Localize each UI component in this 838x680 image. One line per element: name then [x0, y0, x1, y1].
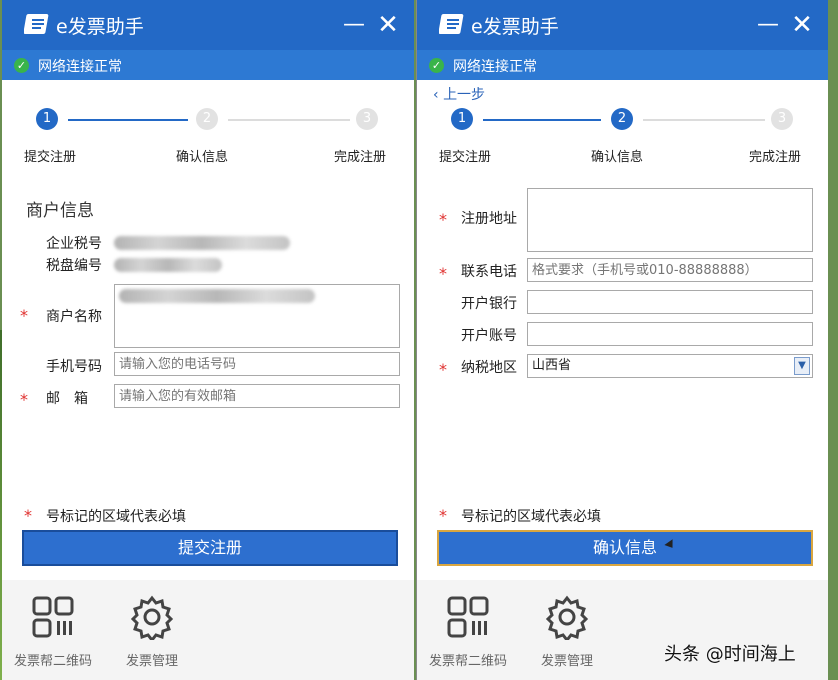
- account-label: 开户账号: [461, 328, 517, 344]
- step-label-confirm: 确认信息: [176, 150, 229, 165]
- check-icon: ✓: [14, 58, 29, 73]
- merchant-name-field[interactable]: [114, 284, 400, 348]
- qr-code-tool[interactable]: 发票帮二维码: [429, 594, 507, 669]
- check-icon: ✓: [429, 58, 444, 73]
- phone-input[interactable]: [114, 352, 400, 376]
- minimize-button[interactable]: —: [756, 12, 780, 37]
- address-field[interactable]: [527, 188, 813, 252]
- title-bar: e发票助手 — ✕: [417, 0, 828, 50]
- contact-phone-input[interactable]: [527, 258, 813, 282]
- required-marker: *: [24, 506, 32, 525]
- step-label-submit: 提交注册: [439, 150, 492, 165]
- gear-icon: [130, 595, 174, 643]
- step-label-complete: 完成注册: [749, 150, 802, 165]
- step-1-indicator: 1: [36, 108, 58, 130]
- progress-steps: 1 2 3 提交注册 确认信息 完成注册: [417, 106, 828, 166]
- required-marker: *: [439, 506, 447, 525]
- email-label: 邮 箱: [46, 391, 88, 407]
- bank-input[interactable]: [527, 290, 813, 314]
- invoice-manage-tool[interactable]: 发票管理: [126, 594, 178, 669]
- window-title: e发票助手: [56, 16, 144, 38]
- qr-code-tool[interactable]: 发票帮二维码: [14, 594, 92, 669]
- step-2-indicator: 2: [196, 108, 218, 130]
- app-logo-icon: [439, 14, 464, 34]
- network-status-text: 网络连接正常: [38, 59, 122, 75]
- merchant-name-value-redacted: [119, 289, 315, 303]
- required-marker: *: [439, 360, 447, 379]
- required-marker: *: [439, 210, 447, 229]
- section-title: 商户信息: [26, 201, 94, 221]
- chevron-down-icon[interactable]: ▼: [794, 357, 810, 375]
- gear-icon: [545, 595, 589, 643]
- tax-id-value-redacted: [114, 236, 290, 250]
- required-note: 号标记的区域代表必填: [46, 509, 186, 525]
- email-input[interactable]: [114, 384, 400, 408]
- invoice-manage-label: 发票管理: [126, 654, 179, 669]
- tax-region-value: 山西省: [532, 358, 572, 373]
- bottom-toolbar: 发票帮二维码 发票管理: [2, 580, 414, 680]
- qr-code-label: 发票帮二维码: [14, 654, 93, 669]
- disk-number-value-redacted: [114, 258, 222, 272]
- back-label: 上一步: [443, 87, 486, 103]
- minimize-button[interactable]: —: [342, 12, 366, 37]
- tax-id-label: 企业税号: [46, 236, 102, 252]
- network-status-bar: ✓ 网络连接正常: [417, 50, 828, 80]
- step-2-indicator: 2: [611, 108, 633, 130]
- required-marker: *: [439, 264, 447, 283]
- back-link[interactable]: ‹ 上一步: [433, 84, 485, 104]
- app-logo-icon: [24, 14, 49, 34]
- step-connector: [68, 119, 188, 121]
- disk-number-label: 税盘编号: [46, 258, 102, 274]
- account-input[interactable]: [527, 322, 813, 346]
- close-button[interactable]: ✕: [376, 10, 400, 40]
- network-status-text: 网络连接正常: [453, 59, 537, 75]
- step-connector: [643, 119, 765, 121]
- step-label-confirm: 确认信息: [591, 150, 644, 165]
- register-window-step2: e发票助手 — ✕ ✓ 网络连接正常 ‹ 上一步 1 2 3 提交注册 确认信息…: [416, 0, 828, 680]
- step-3-indicator: 3: [771, 108, 793, 130]
- phone-label: 手机号码: [46, 359, 102, 375]
- step-3-indicator: 3: [356, 108, 378, 130]
- invoice-manage-tool[interactable]: 发票管理: [541, 594, 593, 669]
- tax-region-label: 纳税地区: [461, 360, 517, 376]
- title-bar: e发票助手 — ✕: [2, 0, 414, 50]
- register-window-step1: e发票助手 — ✕ ✓ 网络连接正常 1 2 3 提交注册 确认信息 完成注册 …: [2, 0, 414, 680]
- tax-region-select[interactable]: 山西省 ▼: [527, 354, 813, 378]
- contact-phone-label: 联系电话: [461, 264, 517, 280]
- invoice-manage-label: 发票管理: [541, 654, 594, 669]
- chevron-left-icon: ‹: [433, 87, 444, 103]
- submit-register-button[interactable]: 提交注册: [22, 530, 398, 566]
- qr-code-icon: [32, 596, 74, 638]
- step-1-indicator: 1: [451, 108, 473, 130]
- progress-steps: 1 2 3 提交注册 确认信息 完成注册: [2, 106, 414, 166]
- qr-code-label: 发票帮二维码: [429, 654, 508, 669]
- step-label-complete: 完成注册: [334, 150, 387, 165]
- confirm-info-button[interactable]: 确认信息: [437, 530, 813, 566]
- step-connector: [228, 119, 350, 121]
- watermark-text: 头条 @时间海上: [664, 644, 796, 665]
- step-connector: [483, 119, 601, 121]
- bank-label: 开户银行: [461, 296, 517, 312]
- window-title: e发票助手: [471, 16, 559, 38]
- address-label: 注册地址: [461, 211, 517, 227]
- step-label-submit: 提交注册: [24, 150, 77, 165]
- qr-code-icon: [447, 596, 489, 638]
- network-status-bar: ✓ 网络连接正常: [2, 50, 414, 80]
- required-marker: *: [20, 390, 28, 409]
- required-marker: *: [20, 306, 28, 325]
- close-button[interactable]: ✕: [790, 10, 814, 40]
- required-note: 号标记的区域代表必填: [461, 509, 601, 525]
- merchant-name-label: 商户名称: [46, 309, 102, 325]
